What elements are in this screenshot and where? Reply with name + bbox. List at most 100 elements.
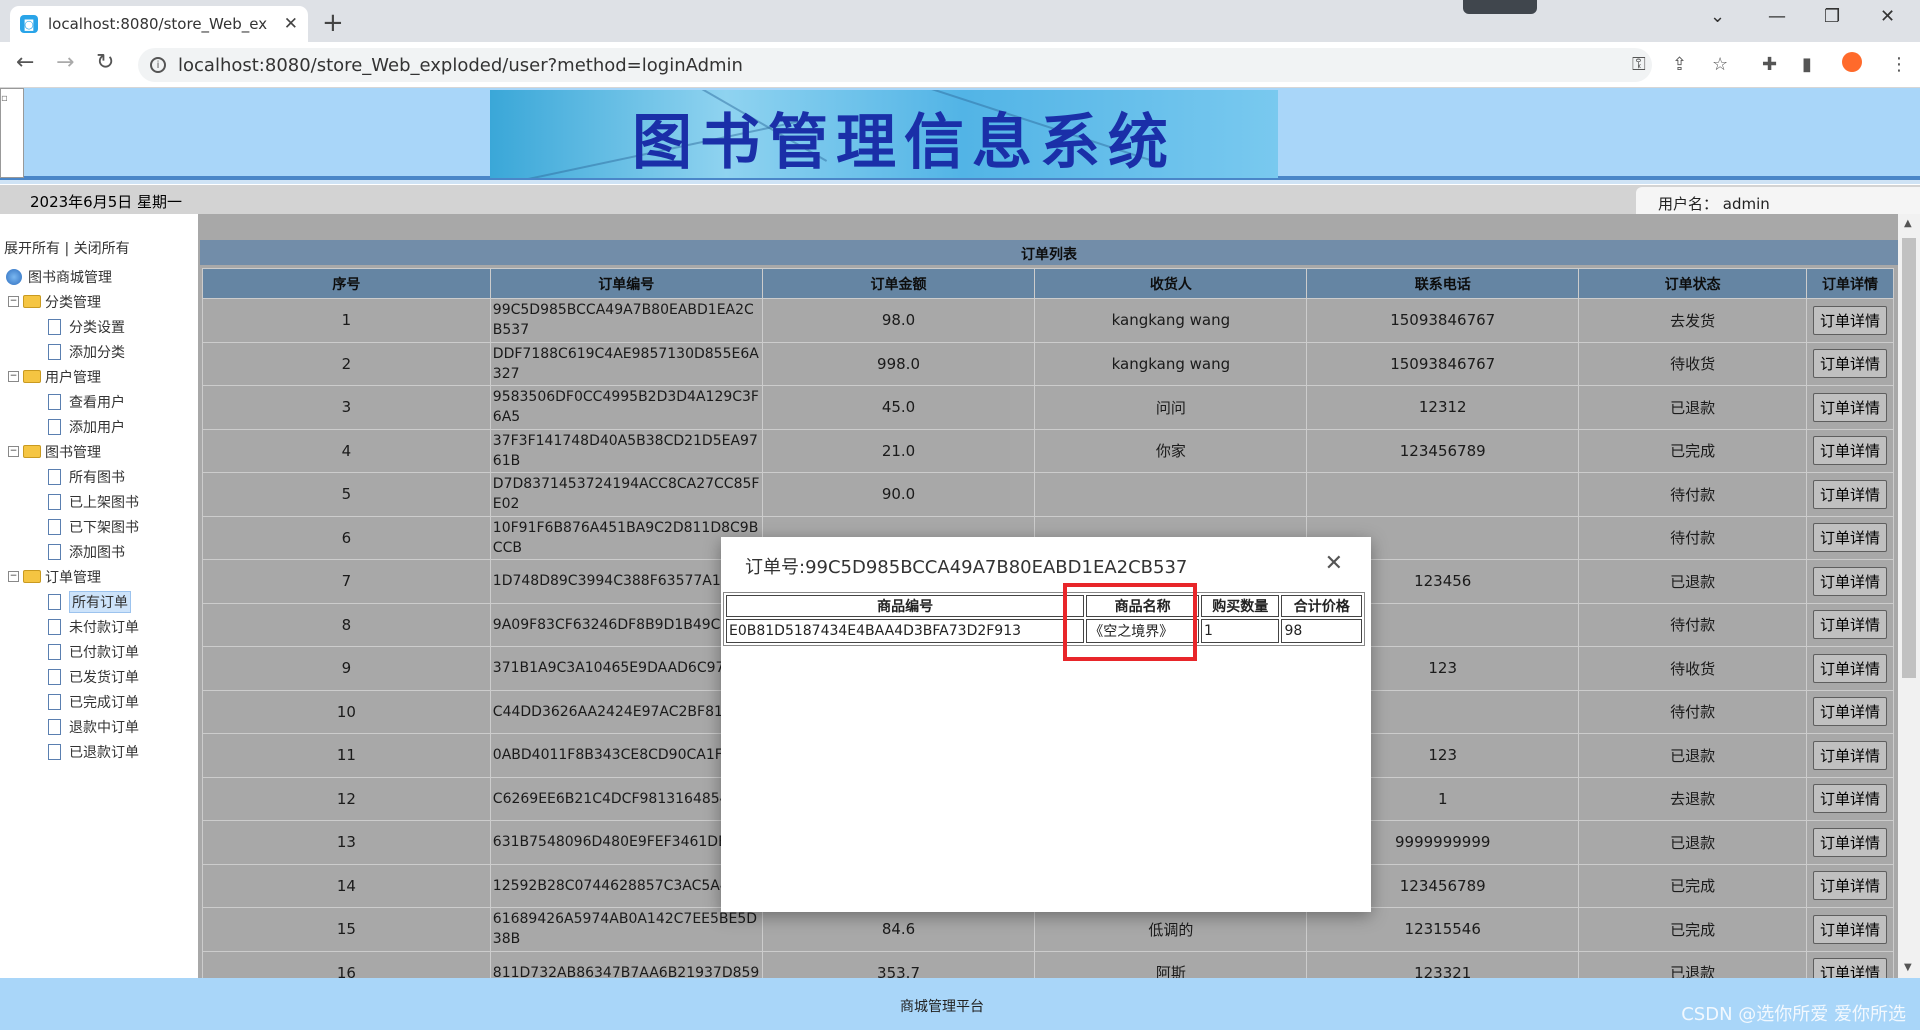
- reload-icon[interactable]: ↻: [96, 50, 114, 75]
- folder-icon: [23, 295, 41, 308]
- back-icon[interactable]: ←: [16, 50, 34, 75]
- tree-item-unpaid-orders[interactable]: 未付款订单: [4, 614, 198, 639]
- tree-item-label: 查看用户: [69, 394, 125, 411]
- tab-title: localhost:8080/store_Web_exp: [48, 15, 268, 33]
- tree-group-label: 分类管理: [45, 294, 101, 311]
- page-icon: [48, 418, 61, 435]
- tab-search-icon[interactable]: ⌄: [1710, 6, 1725, 27]
- tree-item-add-book[interactable]: 添加图书: [4, 539, 198, 564]
- page-icon: [48, 593, 61, 610]
- info-bar: 2023年6月5日 星期一 用户名： admin: [0, 184, 1920, 215]
- site-favicon-icon: ◙: [20, 15, 38, 33]
- bookmark-star-icon[interactable]: ☆: [1712, 54, 1728, 75]
- item-code: E0B81D5187434E4BAA4D3BFA73D2F913: [726, 619, 1085, 643]
- minimize-icon[interactable]: —: [1768, 6, 1786, 27]
- banner-title: 图书管理信息系统: [632, 108, 1176, 178]
- order-items-table: 商品编号 商品名称 购买数量 合计价格 E0B81D5187434E4BAA4D…: [723, 592, 1365, 646]
- user-label: 用户名：: [1658, 195, 1719, 213]
- tree-item-label: 未付款订单: [69, 619, 139, 636]
- folder-icon: [23, 570, 41, 583]
- site-info-icon[interactable]: i: [150, 57, 166, 73]
- tree-group-category[interactable]: − 分类管理: [4, 289, 198, 314]
- tree-item-label: 退款中订单: [69, 719, 139, 736]
- scroll-down-icon[interactable]: ▼: [1904, 962, 1912, 973]
- maximize-icon[interactable]: ❐: [1824, 6, 1840, 27]
- page-icon: [48, 643, 61, 660]
- tree-item-label: 添加分类: [69, 344, 125, 361]
- tree-item-category-settings[interactable]: 分类设置: [4, 314, 198, 339]
- user-info: 用户名： admin: [1636, 187, 1920, 215]
- tree-group-label: 用户管理: [45, 369, 101, 386]
- tree-root[interactable]: 图书商城管理: [4, 264, 198, 289]
- tree-item-all-books[interactable]: 所有图书: [4, 464, 198, 489]
- collapse-all-link[interactable]: 关闭所有: [74, 241, 130, 257]
- tree-item-refunded-orders[interactable]: 已退款订单: [4, 739, 198, 764]
- tree-item-add-category[interactable]: 添加分类: [4, 339, 198, 364]
- dialog-title: 订单号:99C5D985BCCA49A7B80EABD1EA2CB537: [745, 557, 1188, 578]
- tree-item-paid-orders[interactable]: 已付款订单: [4, 639, 198, 664]
- tree-group-books[interactable]: − 图书管理: [4, 439, 198, 464]
- page-icon: [48, 393, 61, 410]
- tab-close-icon[interactable]: ✕: [284, 14, 298, 34]
- order-detail-dialog: 订单号:99C5D985BCCA49A7B80EABD1EA2CB537 ✕ 商…: [721, 537, 1371, 912]
- extensions-icon[interactable]: ✚: [1762, 54, 1777, 75]
- menu-icon[interactable]: ⋮: [1890, 54, 1908, 75]
- side-panel-icon[interactable]: ▮: [1802, 54, 1812, 75]
- profile-avatar[interactable]: [1842, 52, 1862, 72]
- tree-item-listed-books[interactable]: 已上架图书: [4, 489, 198, 514]
- tree-item-add-user[interactable]: 添加用户: [4, 414, 198, 439]
- collapse-icon[interactable]: −: [8, 571, 19, 582]
- expand-all-link[interactable]: 展开所有: [4, 241, 60, 257]
- item-qty: 1: [1200, 619, 1280, 643]
- tree-item-shipped-orders[interactable]: 已发货订单: [4, 664, 198, 689]
- tree-item-label: 已完成订单: [69, 694, 139, 711]
- key-icon[interactable]: ⚿: [1632, 54, 1646, 75]
- media-indicator[interactable]: [1463, 0, 1537, 14]
- close-window-icon[interactable]: ✕: [1880, 6, 1895, 27]
- current-date: 2023年6月5日 星期一: [30, 193, 183, 211]
- item-total: 98: [1281, 619, 1362, 643]
- scroll-thumb[interactable]: [1902, 238, 1916, 678]
- tree-item-view-users[interactable]: 查看用户: [4, 389, 198, 414]
- page-icon: [48, 518, 61, 535]
- page-icon: [48, 743, 61, 760]
- broken-image: ▫: [0, 88, 24, 178]
- tree-item-unlisted-books[interactable]: 已下架图书: [4, 514, 198, 539]
- tree-item-completed-orders[interactable]: 已完成订单: [4, 689, 198, 714]
- tree-item-label: 已退款订单: [69, 744, 139, 761]
- tree-item-label: 添加用户: [69, 419, 125, 436]
- col-header: 合计价格: [1281, 595, 1362, 617]
- highlight-box: [1063, 583, 1197, 661]
- tree-item-label: 已上架图书: [69, 494, 139, 511]
- folder-icon: [23, 370, 41, 383]
- address-bar[interactable]: i localhost:8080/store_Web_exploded/user…: [138, 48, 1652, 82]
- site-header: ▫ 图书管理信息系统: [0, 88, 1920, 180]
- url-text[interactable]: localhost:8080/store_Web_exploded/user?m…: [178, 55, 743, 76]
- globe-icon: [6, 268, 22, 285]
- browser-tab[interactable]: ◙ localhost:8080/store_Web_exp ✕: [10, 6, 308, 42]
- browser-toolbar: ← → ↻ i localhost:8080/store_Web_explode…: [0, 42, 1920, 88]
- scroll-up-icon[interactable]: ▲: [1904, 218, 1912, 229]
- table-header-row: 商品编号 商品名称 购买数量 合计价格: [726, 595, 1362, 617]
- tree-group-orders[interactable]: − 订单管理: [4, 564, 198, 589]
- col-header: 商品编号: [726, 595, 1085, 617]
- collapse-icon[interactable]: −: [8, 446, 19, 457]
- page-icon: [48, 468, 61, 485]
- share-icon[interactable]: ⇪: [1672, 54, 1687, 75]
- page-icon: [48, 718, 61, 735]
- site-footer: 商城管理平台 CSDN @选你所爱 爱你所选: [0, 978, 1920, 1030]
- tree-item-refunding-orders[interactable]: 退款中订单: [4, 714, 198, 739]
- table-row: E0B81D5187434E4BAA4D3BFA73D2F913 《空之境界》 …: [726, 619, 1362, 643]
- watermark: CSDN @选你所爱 爱你所选: [1681, 1004, 1906, 1025]
- forward-icon[interactable]: →: [56, 50, 74, 75]
- collapse-icon[interactable]: −: [8, 296, 19, 307]
- new-tab-icon[interactable]: +: [322, 8, 344, 38]
- vertical-scrollbar[interactable]: ▲ ▼: [1898, 214, 1920, 978]
- tree-group-users[interactable]: − 用户管理: [4, 364, 198, 389]
- tree-item-all-orders[interactable]: 所有订单: [4, 589, 198, 614]
- collapse-icon[interactable]: −: [8, 371, 19, 382]
- tree-root-label: 图书商城管理: [28, 269, 112, 286]
- tree-item-label: 所有图书: [69, 469, 125, 486]
- tree-item-label: 已发货订单: [69, 669, 139, 686]
- close-icon[interactable]: ✕: [1325, 551, 1343, 576]
